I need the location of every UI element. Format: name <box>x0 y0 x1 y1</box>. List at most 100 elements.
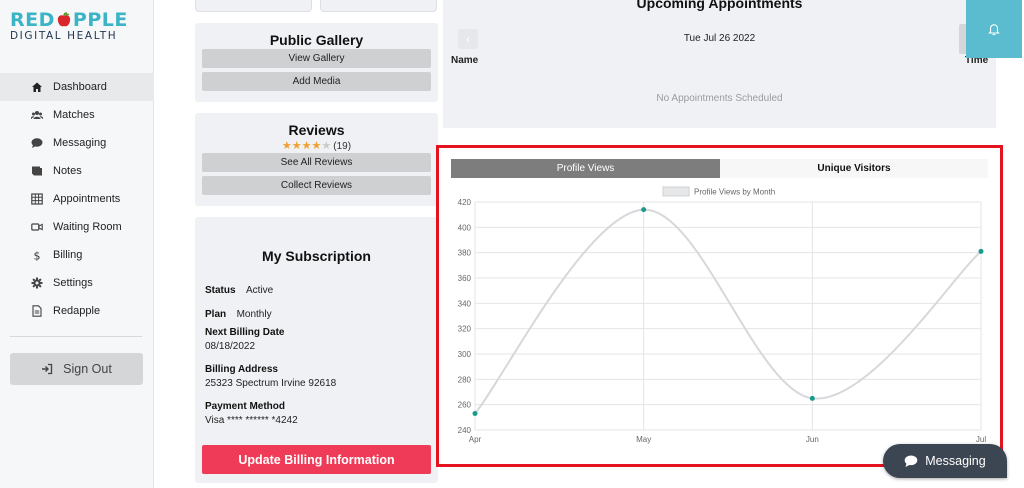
data-point <box>809 395 815 401</box>
y-tick-label: 420 <box>458 198 472 207</box>
x-tick-label: Apr <box>469 435 482 444</box>
sidebar-item-waiting-room[interactable]: Waiting Room <box>0 213 154 241</box>
series-line <box>474 208 982 415</box>
y-tick-label: 280 <box>458 375 472 384</box>
sidebar-item-label: Appointments <box>53 193 121 205</box>
bell-icon <box>988 24 1000 36</box>
sidebar-item-settings[interactable]: Settings <box>0 269 154 297</box>
notes-icon <box>31 165 43 177</box>
y-tick-label: 360 <box>458 274 472 283</box>
sign-out-button[interactable]: Sign Out <box>10 353 143 385</box>
star-icon: ★ <box>301 140 312 152</box>
gallery-title: Public Gallery <box>269 32 364 48</box>
logo-wordmark: RED PPLE <box>10 10 145 30</box>
video-camera-icon <box>31 221 43 233</box>
status-label: Status <box>205 285 236 296</box>
review-count: (19) <box>333 141 352 152</box>
star-icon: ★ <box>281 140 292 152</box>
sidebar-item-label: Redapple <box>53 305 101 317</box>
update-billing-button[interactable]: Update Billing Information <box>202 445 431 474</box>
billing-address-label: Billing Address <box>205 364 278 375</box>
sidebar-item-redapple[interactable]: Redapple <box>0 297 154 325</box>
sidebar-item-billing[interactable]: $ Billing <box>0 241 154 269</box>
y-tick-label: 260 <box>458 401 472 410</box>
plan-label: Plan <box>205 309 227 320</box>
gear-icon <box>31 277 43 289</box>
y-tick-label: 240 <box>458 426 472 435</box>
plan-row: Plan Monthly <box>205 304 272 322</box>
collect-reviews-button[interactable]: Collect Reviews <box>202 176 431 195</box>
sidebar-divider <box>10 336 142 337</box>
data-point <box>641 207 647 213</box>
y-tick-label: 320 <box>458 325 472 334</box>
dollar-icon: $ <box>31 249 43 262</box>
legend-label: Profile Views by Month <box>694 188 775 197</box>
legend-swatch <box>662 186 690 197</box>
sidebar-item-label: Settings <box>53 277 93 289</box>
next-billing-value: 08/18/2022 <box>205 341 256 352</box>
apple-icon <box>57 12 71 27</box>
y-tick-label: 300 <box>458 350 472 359</box>
payment-method-value: Visa **** ****** *4242 <box>205 415 298 426</box>
logo-text-right: PPLE <box>72 9 128 31</box>
status-value: Active <box>246 285 274 296</box>
appointments-empty-state: No Appointments Scheduled <box>656 93 783 104</box>
plan-value: Monthly <box>236 309 272 320</box>
messaging-button[interactable]: Messaging <box>883 444 1007 478</box>
see-all-reviews-button[interactable]: See All Reviews <box>202 153 431 172</box>
y-tick-label: 400 <box>458 223 472 232</box>
logo-text-left: RED <box>10 9 55 31</box>
y-tick-label: 340 <box>458 299 472 308</box>
sidebar-item-label: Notes <box>53 165 82 177</box>
reviews-card: Reviews ★ ★ ★ ★ ★ (19) See All Reviews C… <box>195 113 438 206</box>
sidebar-item-label: Matches <box>53 109 95 121</box>
subscription-title: My Subscription <box>262 248 371 264</box>
sidebar-nav: Dashboard Matches Messaging Notes Appoin… <box>0 73 154 325</box>
x-tick-label: Jul <box>976 435 986 444</box>
sidebar-item-matches[interactable]: Matches <box>0 101 154 129</box>
messaging-label: Messaging <box>925 454 986 468</box>
column-header-name: Name <box>451 55 479 66</box>
y-tick-label: 380 <box>458 249 472 258</box>
sign-out-icon <box>42 363 53 375</box>
data-point <box>472 411 478 417</box>
sidebar-item-appointments[interactable]: Appointments <box>0 185 154 213</box>
sidebar-item-label: Dashboard <box>53 81 107 93</box>
payment-method-label: Payment Method <box>205 401 286 412</box>
logo-tagline: DIGITAL HEALTH <box>10 30 118 42</box>
chat-bubble-icon <box>904 455 918 467</box>
next-billing-label: Next Billing Date <box>205 327 285 338</box>
sidebar-item-messaging[interactable]: Messaging <box>0 129 154 157</box>
x-tick-label: May <box>636 435 651 444</box>
appointments-title: Upcoming Appointments <box>636 0 803 11</box>
top-card-stub-left[interactable] <box>195 0 312 12</box>
status-row: Status Active <box>205 280 273 298</box>
sidebar-item-notes[interactable]: Notes <box>0 157 154 185</box>
add-media-button[interactable]: Add Media <box>202 72 431 91</box>
star-empty-icon: ★ <box>321 140 332 152</box>
sidebar: RED PPLE DIGITAL HEALTH Dashboard Matche… <box>0 0 154 488</box>
billing-address-value: 25323 Spectrum Irvine 92618 <box>205 378 337 389</box>
rating-stars: ★ ★ ★ ★ ★ (19) <box>195 140 438 153</box>
appointments-date: Tue Jul 26 2022 <box>683 33 756 44</box>
sidebar-item-dashboard[interactable]: Dashboard <box>0 73 154 101</box>
data-point <box>978 248 984 254</box>
subscription-card: My Subscription Status Active Plan Month… <box>195 217 438 483</box>
view-gallery-button[interactable]: View Gallery <box>202 49 431 68</box>
sidebar-item-label: Billing <box>53 249 83 261</box>
users-icon <box>31 109 43 121</box>
document-icon <box>31 305 43 317</box>
reviews-title: Reviews <box>288 122 345 138</box>
home-icon <box>31 81 43 93</box>
sign-out-label: Sign Out <box>63 362 112 376</box>
profile-views-chart: 240 260 280 300 320 340 360 380 400 420 Apr May Jun J… <box>458 186 986 444</box>
chat-bubble-icon <box>31 137 43 149</box>
notifications-button[interactable] <box>966 0 1022 58</box>
top-card-stub-right[interactable] <box>320 0 437 12</box>
sidebar-item-label: Waiting Room <box>53 221 122 233</box>
appointments-card: Upcoming Appointments ‹ Tue Jul 26 2022 … <box>443 0 996 128</box>
profile-views-card: Profile Views Unique Visitors 240 260 280 3… <box>443 147 993 460</box>
calendar-grid-icon <box>31 193 43 205</box>
redapple-logo[interactable]: RED PPLE DIGITAL HEALTH <box>10 10 145 44</box>
star-icon: ★ <box>291 140 302 152</box>
